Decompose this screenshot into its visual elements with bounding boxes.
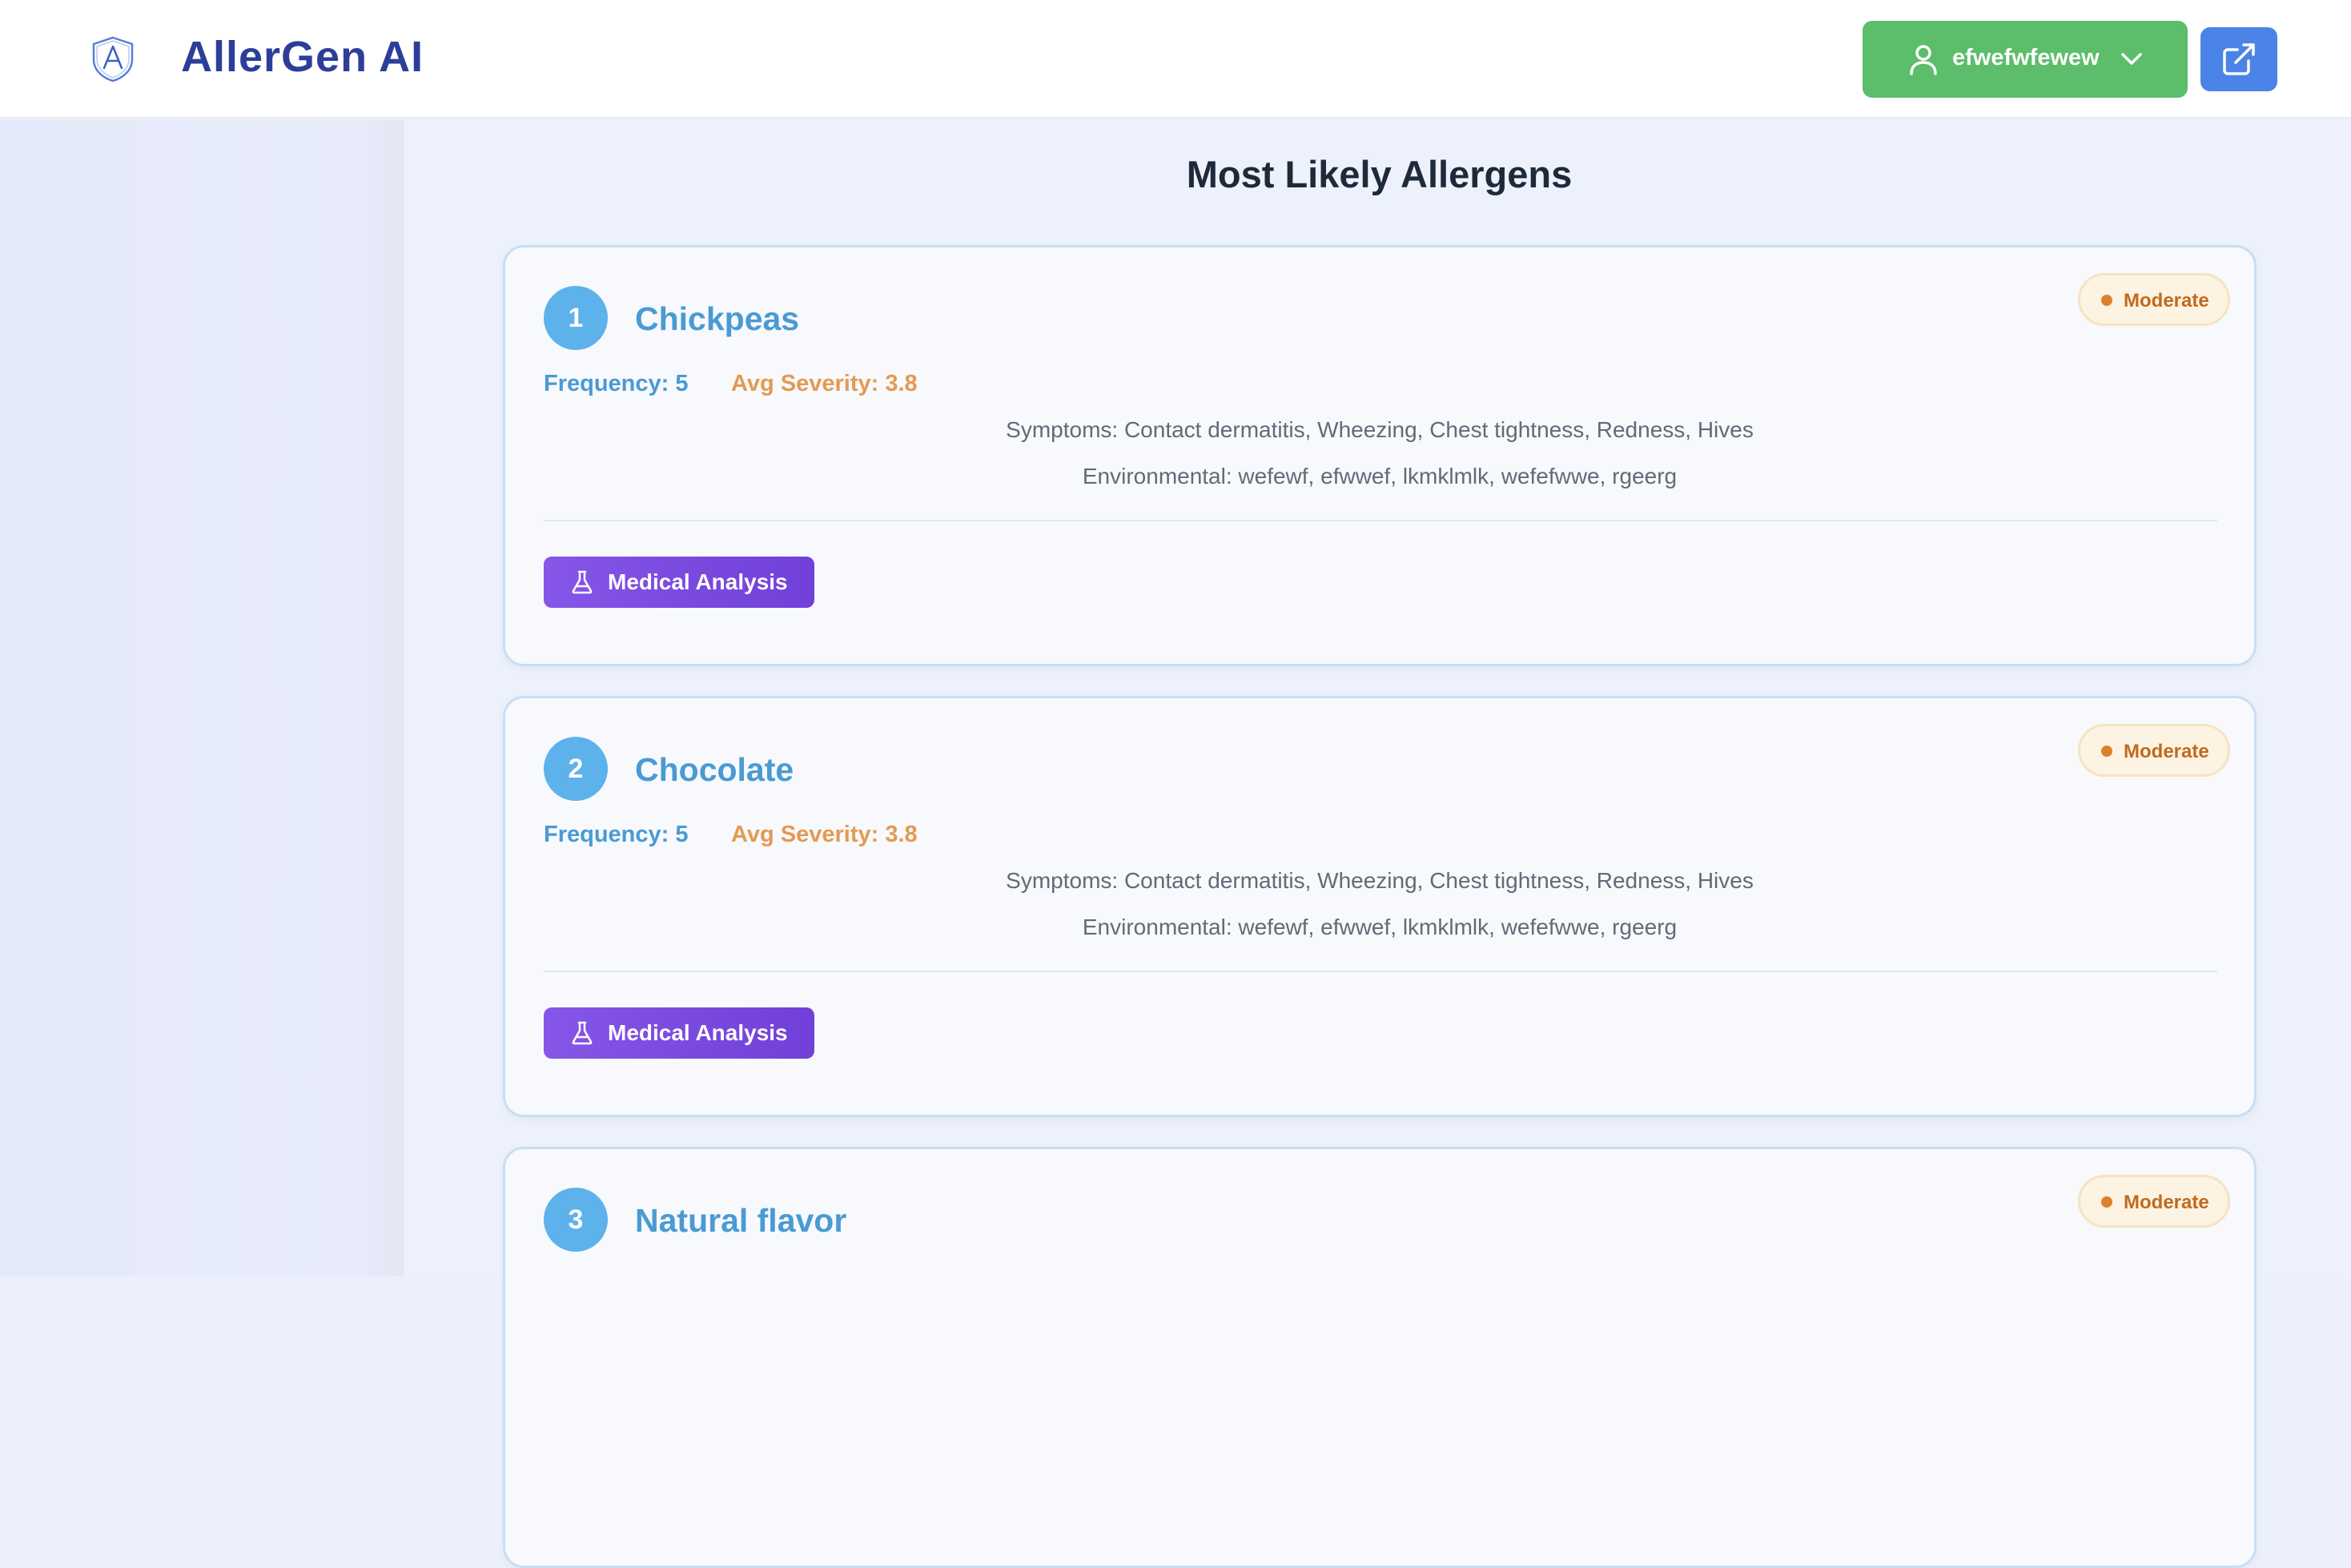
symptoms-text: Symptoms: Contact dermatitis, Wheezing, … — [1006, 417, 1754, 442]
page-title: Most Likely Allergens — [1186, 153, 1573, 195]
shield-logo-icon[interactable] — [90, 35, 136, 83]
medical-analysis-button[interactable]: Medical Analysis — [544, 557, 814, 608]
app-title: AllerGen AI — [181, 33, 424, 81]
status-dot-icon — [2101, 1196, 2112, 1208]
flask-icon — [572, 570, 593, 594]
chevron-down-icon — [2121, 53, 2142, 65]
status-dot-icon — [2101, 746, 2112, 757]
medical-analysis-label: Medical Analysis — [608, 569, 788, 594]
rank-badge: 2 — [544, 737, 608, 801]
user-name: efwefwfewew — [1952, 45, 2100, 70]
divider — [544, 520, 2217, 521]
frequency-text: Frequency: 5 — [544, 822, 689, 847]
allergen-card: 2 Chocolate Moderate Frequency: 5 Avg Se… — [503, 696, 2257, 1117]
allergen-name: Chocolate — [635, 751, 794, 788]
rank-badge: 3 — [544, 1188, 608, 1252]
divider — [544, 971, 2217, 972]
environmental-text: Environmental: wefewf, efwwef, lkmklmlk,… — [1082, 915, 1678, 939]
symptoms-text: Symptoms: Contact dermatitis, Wheezing, … — [1006, 868, 1754, 893]
status-dot-icon — [2101, 295, 2112, 306]
allergen-card: 1 Chickpeas Moderate Frequency: 5 Avg Se… — [503, 245, 2257, 666]
user-icon — [1910, 45, 1937, 75]
external-link-icon — [2223, 43, 2255, 75]
allergen-name: Chickpeas — [635, 300, 800, 337]
flask-icon — [572, 1021, 593, 1045]
severity-badge-label: Moderate — [2124, 741, 2209, 762]
avg-severity-text: Avg Severity: 3.8 — [731, 822, 918, 847]
environmental-text: Environmental: wefewf, efwwef, lkmklmlk,… — [1082, 464, 1678, 488]
rank-badge: 1 — [544, 286, 608, 350]
external-link-button[interactable] — [2200, 27, 2277, 91]
severity-badge: Moderate — [2078, 1175, 2230, 1228]
sidebar — [0, 120, 404, 1277]
severity-badge: Moderate — [2078, 724, 2230, 777]
medical-analysis-button[interactable]: Medical Analysis — [544, 1007, 814, 1059]
allergen-card: 3 Natural flavor Moderate — [503, 1147, 2257, 1568]
severity-badge: Moderate — [2078, 273, 2230, 326]
severity-badge-label: Moderate — [2124, 290, 2209, 312]
avg-severity-text: Avg Severity: 3.8 — [731, 371, 918, 396]
allergen-name: Natural flavor — [635, 1202, 847, 1239]
medical-analysis-label: Medical Analysis — [608, 1020, 788, 1045]
user-menu-button[interactable]: efwefwfewew — [1863, 21, 2188, 98]
frequency-text: Frequency: 5 — [544, 371, 689, 396]
app-header: AllerGen AI efwefwfewew — [0, 0, 2351, 119]
severity-badge-label: Moderate — [2124, 1192, 2209, 1213]
